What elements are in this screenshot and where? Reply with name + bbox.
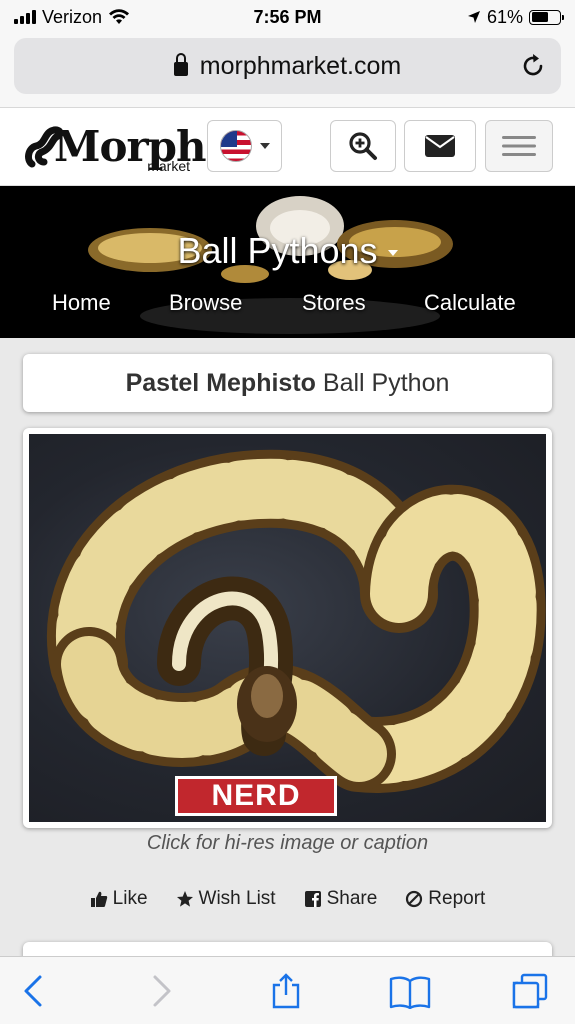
wifi-icon bbox=[109, 9, 130, 24]
report-button[interactable]: Report bbox=[405, 888, 485, 910]
listing-image-card[interactable]: NERD bbox=[23, 428, 552, 828]
like-button[interactable]: Like bbox=[90, 888, 148, 910]
listing-actions: Like Wish List Share Report bbox=[0, 888, 575, 910]
nerd-watermark-text: NERD bbox=[178, 779, 334, 813]
nav-browse[interactable]: Browse bbox=[169, 290, 242, 316]
site-header: Morph market bbox=[0, 108, 575, 186]
country-selector-button[interactable] bbox=[207, 120, 282, 172]
address-bar[interactable]: morphmarket.com bbox=[14, 38, 561, 94]
zoom-in-icon bbox=[349, 132, 377, 160]
nav-calculate[interactable]: Calculate bbox=[424, 290, 516, 316]
report-label: Report bbox=[428, 888, 486, 909]
lock-icon bbox=[173, 53, 188, 76]
share-sheet-icon[interactable] bbox=[268, 973, 304, 1009]
status-left: Verizon bbox=[14, 7, 214, 28]
share-button[interactable]: Share bbox=[304, 888, 378, 910]
nerd-watermark-logo: NERD bbox=[175, 776, 337, 816]
forward-icon[interactable] bbox=[143, 973, 179, 1009]
image-caption-link[interactable]: Click for hi-res image or caption bbox=[0, 832, 575, 855]
us-flag-icon bbox=[219, 130, 252, 162]
listing-morph: Pastel Mephisto bbox=[125, 368, 316, 397]
listing-species: Ball Python bbox=[322, 368, 450, 397]
ban-icon bbox=[406, 890, 423, 908]
thumbs-up-icon bbox=[90, 891, 107, 907]
category-title: Ball Pythons bbox=[177, 230, 378, 271]
browser-toolbar bbox=[0, 956, 575, 1024]
signal-icon bbox=[14, 10, 36, 24]
nav-stores[interactable]: Stores bbox=[302, 290, 366, 316]
star-icon bbox=[176, 891, 193, 907]
battery-percent: 61% bbox=[486, 6, 523, 27]
carrier-label: Verizon bbox=[42, 6, 103, 27]
facebook-icon bbox=[304, 891, 321, 907]
wish-list-label: Wish List bbox=[198, 888, 276, 909]
status-bar: Verizon 7:56 PM 61% bbox=[0, 0, 575, 34]
hamburger-icon bbox=[502, 136, 536, 156]
category-selector[interactable]: Ball Pythons bbox=[0, 230, 575, 272]
share-label: Share bbox=[326, 888, 378, 909]
wish-list-button[interactable]: Wish List bbox=[176, 888, 276, 910]
status-time: 7:56 PM bbox=[253, 6, 322, 27]
listing-photo[interactable]: NERD bbox=[29, 434, 546, 822]
listing-title-card: Pastel Mephisto Ball Python bbox=[23, 354, 552, 412]
battery-icon bbox=[529, 9, 564, 25]
reload-icon[interactable] bbox=[519, 52, 547, 80]
tabs-icon[interactable] bbox=[512, 973, 548, 1009]
menu-button[interactable] bbox=[485, 120, 553, 172]
location-arrow-icon bbox=[467, 11, 480, 23]
status-right: 61% bbox=[361, 6, 564, 28]
search-button[interactable] bbox=[330, 120, 396, 172]
like-label: Like bbox=[112, 888, 148, 909]
category-hero: Ball Pythons Home Browse Stores Calculat… bbox=[0, 186, 575, 338]
logo-subtext: market bbox=[147, 158, 190, 174]
browser-address-area: morphmarket.com bbox=[0, 34, 575, 108]
site-logo[interactable]: Morph market bbox=[24, 120, 207, 180]
envelope-icon bbox=[425, 135, 455, 157]
chevron-down-icon bbox=[259, 143, 270, 149]
back-icon[interactable] bbox=[16, 973, 52, 1009]
nav-home[interactable]: Home bbox=[52, 290, 111, 316]
snake-photo-image bbox=[46, 449, 546, 793]
battery-fill bbox=[531, 12, 548, 22]
url-text: morphmarket.com bbox=[199, 51, 402, 80]
messages-button[interactable] bbox=[404, 120, 476, 172]
bookmarks-icon[interactable] bbox=[389, 973, 431, 1009]
chevron-down-icon bbox=[387, 250, 398, 257]
